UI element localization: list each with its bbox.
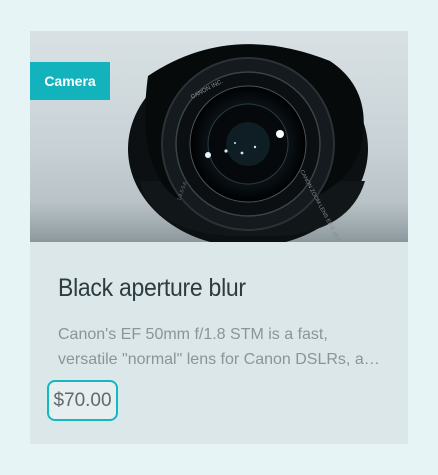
price-tag[interactable]: $70.00 — [47, 380, 118, 421]
product-title[interactable]: Black aperture blur — [58, 274, 246, 303]
product-photo[interactable]: CANON INC. CANON ZOOM LENS EF-S 18-135mm… — [30, 31, 408, 242]
product-card[interactable]: CANON INC. CANON ZOOM LENS EF-S 18-135mm… — [30, 31, 408, 444]
product-description: Canon's EF 50mm f/1.8 STM is a fast, ver… — [58, 326, 382, 368]
category-badge[interactable]: Camera — [30, 62, 110, 100]
